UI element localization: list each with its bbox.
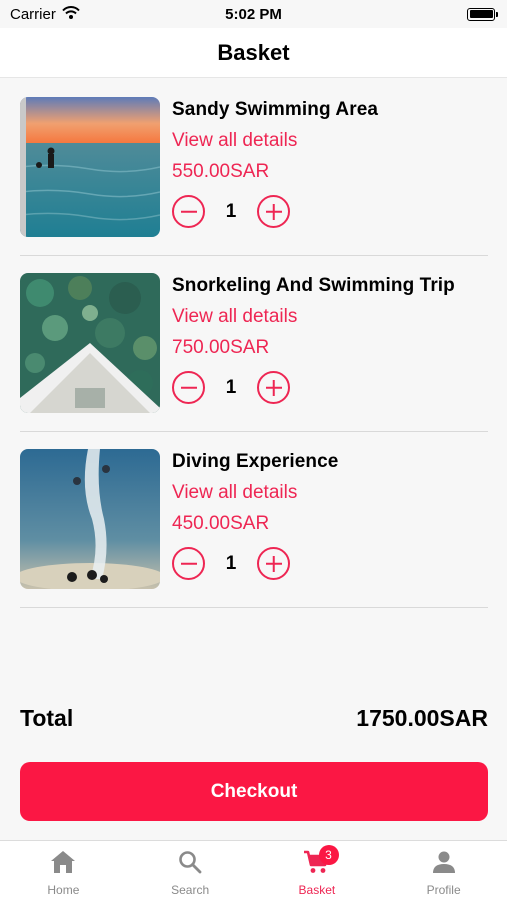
tab-label: Basket [298,883,336,897]
quantity-stepper: 1 [172,371,455,404]
quantity-value: 1 [225,200,237,222]
item-image-snorkeling[interactable] [20,273,160,413]
profile-icon [432,850,456,877]
decrease-quantity-button[interactable] [172,371,205,404]
tab-label: Profile [426,883,461,897]
item-image-diving[interactable] [20,449,160,589]
item-title: Sandy Swimming Area [172,99,379,120]
item-image-sandy-swimming[interactable] [20,97,160,237]
decrease-quantity-button[interactable] [172,195,205,228]
checkout-button[interactable]: Checkout [20,762,488,821]
basket-list: Sandy Swimming Area View all details 550… [20,80,488,608]
quantity-value: 1 [225,376,237,398]
wifi-icon [62,5,80,23]
cart-count-badge: 3 [318,845,339,865]
basket-item: Sandy Swimming Area View all details 550… [20,80,488,256]
item-title: Snorkeling And Swimming Trip [172,275,455,296]
total-label: Total [20,705,74,731]
tab-home[interactable]: Home [0,841,127,900]
home-icon [50,850,76,877]
increase-quantity-button[interactable] [257,195,290,228]
view-details-link[interactable]: View all details [172,306,455,328]
decrease-quantity-button[interactable] [172,547,205,580]
quantity-stepper: 1 [172,547,338,580]
carrier-label: Carrier [10,5,56,23]
page-title: Basket [217,39,290,65]
increase-quantity-button[interactable] [257,547,290,580]
view-details-link[interactable]: View all details [172,130,378,152]
battery-icon [467,7,498,21]
item-price: 750.00SAR [172,337,270,358]
tab-bar: Home Search 3 Basket Profile [0,840,507,900]
item-title: Diving Experience [172,451,339,472]
nav-header: Basket [0,28,507,78]
tab-basket[interactable]: 3 Basket [254,841,381,900]
tab-label: Search [171,883,210,897]
tab-label: Home [47,883,80,897]
status-bar: Carrier 5:02 PM [0,0,507,28]
view-details-link[interactable]: View all details [172,482,338,504]
item-price: 450.00SAR [172,513,270,534]
total-row: Total 1750.00SAR [20,705,488,732]
tab-search[interactable]: Search [127,841,254,900]
item-price: 550.00SAR [172,161,270,182]
tab-profile[interactable]: Profile [380,841,507,900]
quantity-stepper: 1 [172,195,378,228]
increase-quantity-button[interactable] [257,371,290,404]
basket-item: Snorkeling And Swimming Trip View all de… [20,256,488,432]
quantity-value: 1 [225,552,237,574]
search-icon [178,850,202,877]
basket-item: Diving Experience View all details 450.0… [20,432,488,608]
total-value: 1750.00SAR [356,705,488,731]
